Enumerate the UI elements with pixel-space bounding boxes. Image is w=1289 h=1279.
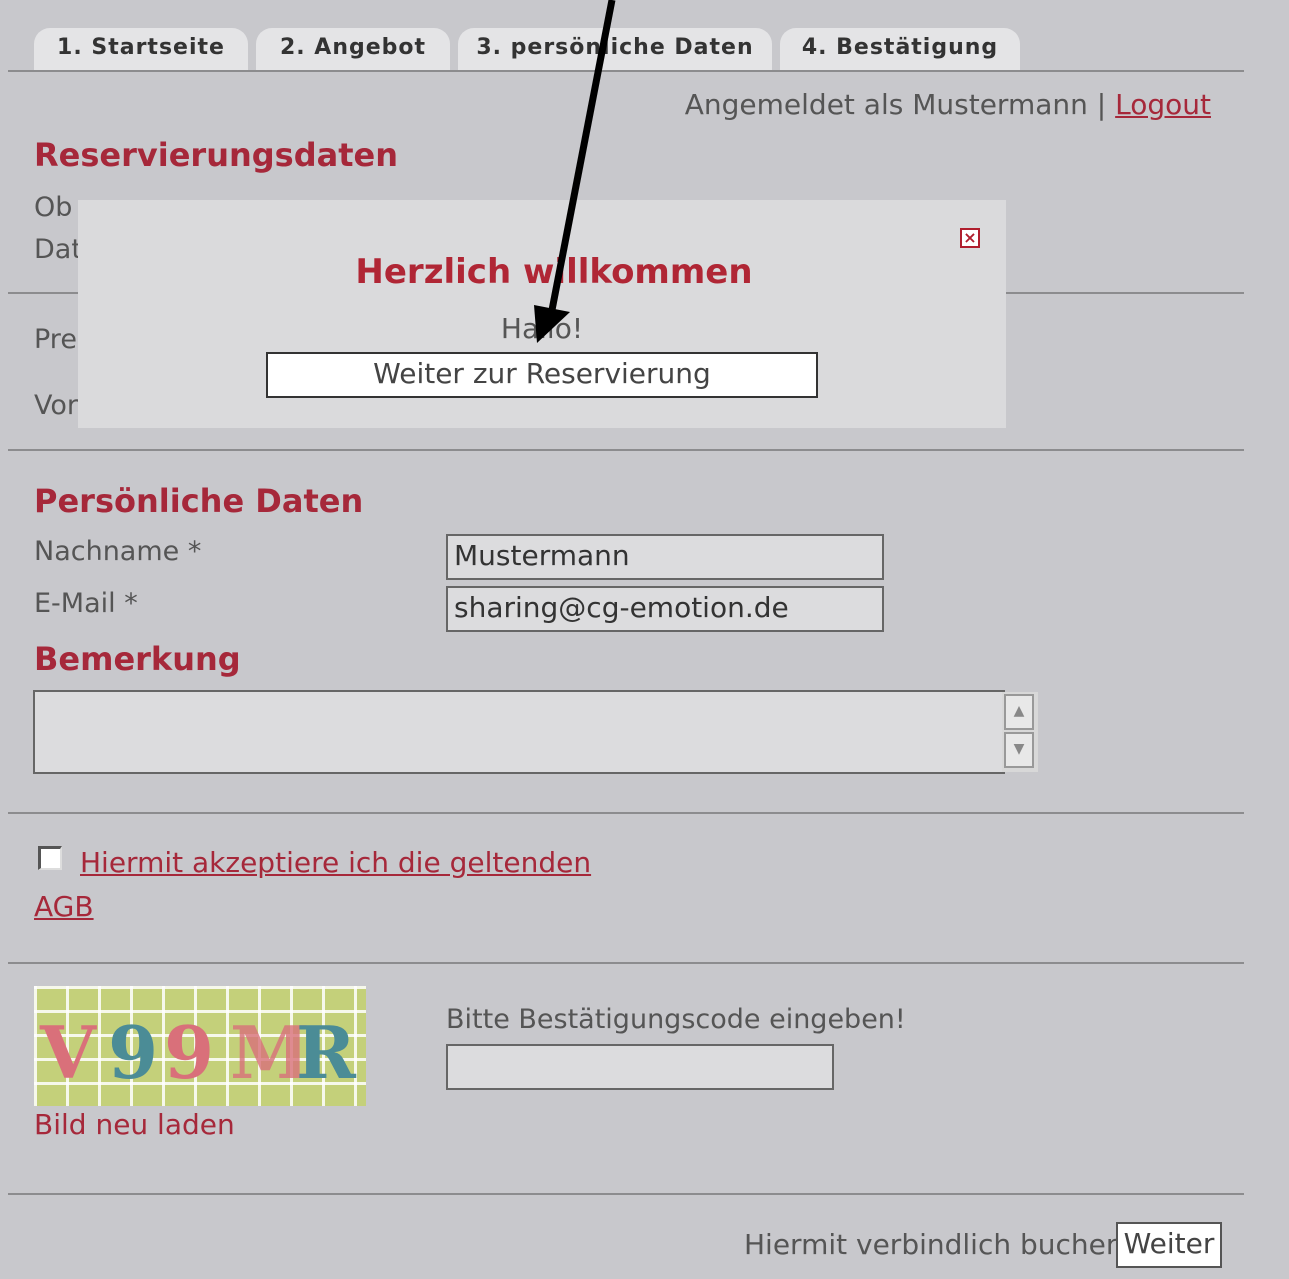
annotation-arrow — [534, 0, 616, 343]
